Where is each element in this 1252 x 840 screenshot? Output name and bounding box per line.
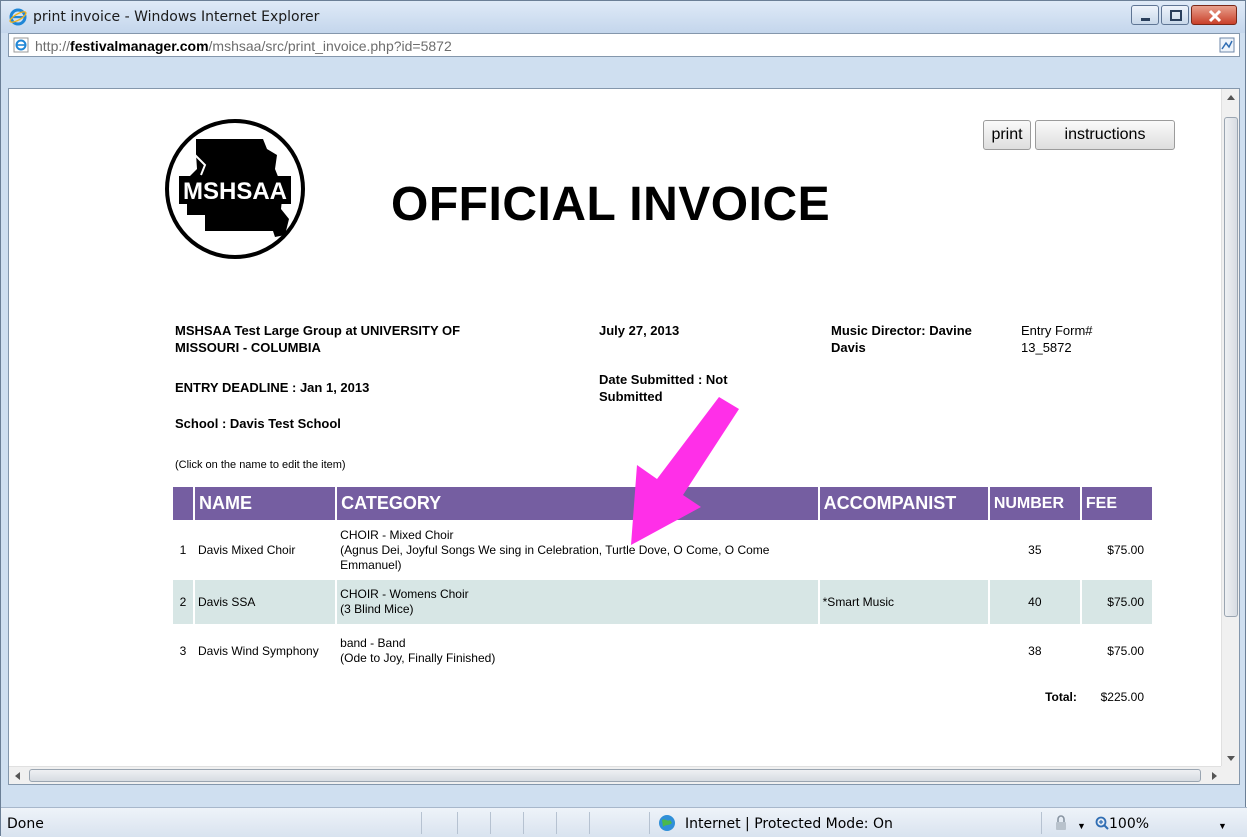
entry-form: Entry Form# 13_5872 [1021,322,1093,356]
event-name: MSHSAA Test Large Group at UNIVERSITY OF… [175,322,460,356]
category-label: CHOIR - Womens Choir [340,587,469,601]
scroll-up-icon[interactable] [1222,89,1240,107]
ie-page-icon [13,37,29,53]
item-accompanist [820,626,988,676]
item-name-link[interactable]: Davis Mixed Choir [195,522,335,578]
piece-list: (3 Blind Mice) [340,602,414,616]
window-title: print invoice - Windows Internet Explore… [33,9,320,25]
item-accompanist: *Smart Music [819,580,988,624]
status-separator [1041,812,1042,834]
scroll-left-icon[interactable] [9,767,27,785]
music-director-line1: Music Director: Davine [831,323,972,338]
zoom-dropdown-icon[interactable]: ▼ [1218,821,1227,831]
item-category: CHOIR - Womens Choir (3 Blind Mice) [337,580,818,624]
header-index [173,487,194,520]
url-domain: festivalmanager.com [70,38,209,54]
header-name: NAME [195,487,336,520]
row-index: 1 [179,542,187,557]
table-row: 2 Davis SSA CHOIR - Womens Choir (3 Blind… [173,580,1152,624]
item-name-link[interactable]: Davis Wind Symphony [195,626,335,676]
table-row: 3 Davis Wind Symphony band - Band (Ode to… [173,626,1152,676]
category-label: band - Band [340,636,406,650]
status-separator [523,812,524,834]
row-index: 3 [179,643,187,658]
entry-form-label: Entry Form# [1021,323,1093,338]
item-number: 35 [1028,542,1042,557]
instructions-button[interactable]: instructions [1035,120,1175,150]
header-fee: FEE [1081,487,1152,520]
annotation-arrow [631,397,739,545]
school-name: School : Davis Test School [175,416,341,431]
scroll-down-icon[interactable] [1222,749,1240,767]
status-separator [457,812,458,834]
page-title: OFFICIAL INVOICE [391,178,831,231]
mshsaa-logo: MSHSAA [165,119,305,259]
music-director: Music Director: Davine Davis [831,322,972,356]
status-separator [556,812,557,834]
horizontal-scrollbar[interactable] [9,766,1223,784]
logo-text: MSHSAA [183,178,287,205]
item-accompanist [820,522,988,578]
close-button[interactable] [1191,5,1237,25]
browser-window: print invoice - Windows Internet Explore… [0,0,1247,837]
status-bar: Done Internet | Protected Mode: On ▼ 100… [1,807,1247,837]
music-director-line2: Davis [831,340,866,355]
globe-icon[interactable] [658,814,676,832]
minimize-button[interactable] [1131,5,1159,25]
status-separator [421,812,422,834]
url-path: /mshsaa/src/print_invoice.php?id=5872 [208,38,452,54]
ie-icon [9,8,27,26]
event-date: July 27, 2013 [599,323,680,338]
piece-list: (Ode to Joy, Finally Finished) [340,651,496,665]
print-button[interactable]: print [983,120,1031,150]
maximize-button[interactable] [1161,5,1189,25]
header-number: NUMBER [989,487,1080,520]
security-icon[interactable] [1053,815,1069,831]
security-dropdown-icon[interactable]: ▼ [1077,821,1086,831]
row-index: 2 [173,580,194,624]
item-fee: $75.00 [1081,580,1152,624]
zoom-level[interactable]: 100% [1109,816,1149,832]
total-value: $225.00 [1100,690,1144,704]
item-number: 40 [989,580,1080,624]
compat-view-icon[interactable] [1219,37,1235,53]
address-url[interactable]: http://festivalmanager.com/mshsaa/src/pr… [35,38,452,54]
status-separator [490,812,491,834]
vertical-scrollbar[interactable] [1221,89,1239,767]
entry-deadline: ENTRY DEADLINE : Jan 1, 2013 [175,380,370,395]
date-submitted-line1: Date Submitted : Not [599,372,728,387]
scroll-corner [1221,766,1239,784]
zoom-icon[interactable] [1095,816,1109,830]
item-fee: $75.00 [1107,643,1144,658]
item-name-link[interactable]: Davis SSA [195,580,336,624]
horizontal-scroll-thumb[interactable] [29,769,1201,782]
item-category: band - Band (Ode to Joy, Finally Finished… [337,626,817,676]
total-row: Total: $225.00 [173,678,1152,707]
total-label: Total: [1045,690,1077,704]
url-scheme: http:// [35,38,71,54]
entry-form-number: 13_5872 [1021,340,1072,355]
security-zone[interactable]: Internet | Protected Mode: On [685,816,893,832]
item-fee: $75.00 [1107,542,1144,557]
event-name-line2: MISSOURI - COLUMBIA [175,340,321,355]
vertical-scroll-thumb[interactable] [1224,117,1238,617]
page-viewport: MSHSAA OFFICIAL INVOICE print instructio… [8,88,1240,785]
status-text: Done [7,816,44,832]
address-bar[interactable]: http://festivalmanager.com/mshsaa/src/pr… [8,33,1240,57]
edit-hint: (Click on the name to edit the item) [175,459,346,471]
title-bar: print invoice - Windows Internet Explore… [1,1,1245,33]
header-accompanist: ACCOMPANIST [819,487,988,520]
item-number: 38 [1028,643,1042,658]
status-separator [589,812,590,834]
status-separator [649,812,650,834]
event-name-line1: MSHSAA Test Large Group at UNIVERSITY OF [175,323,461,338]
